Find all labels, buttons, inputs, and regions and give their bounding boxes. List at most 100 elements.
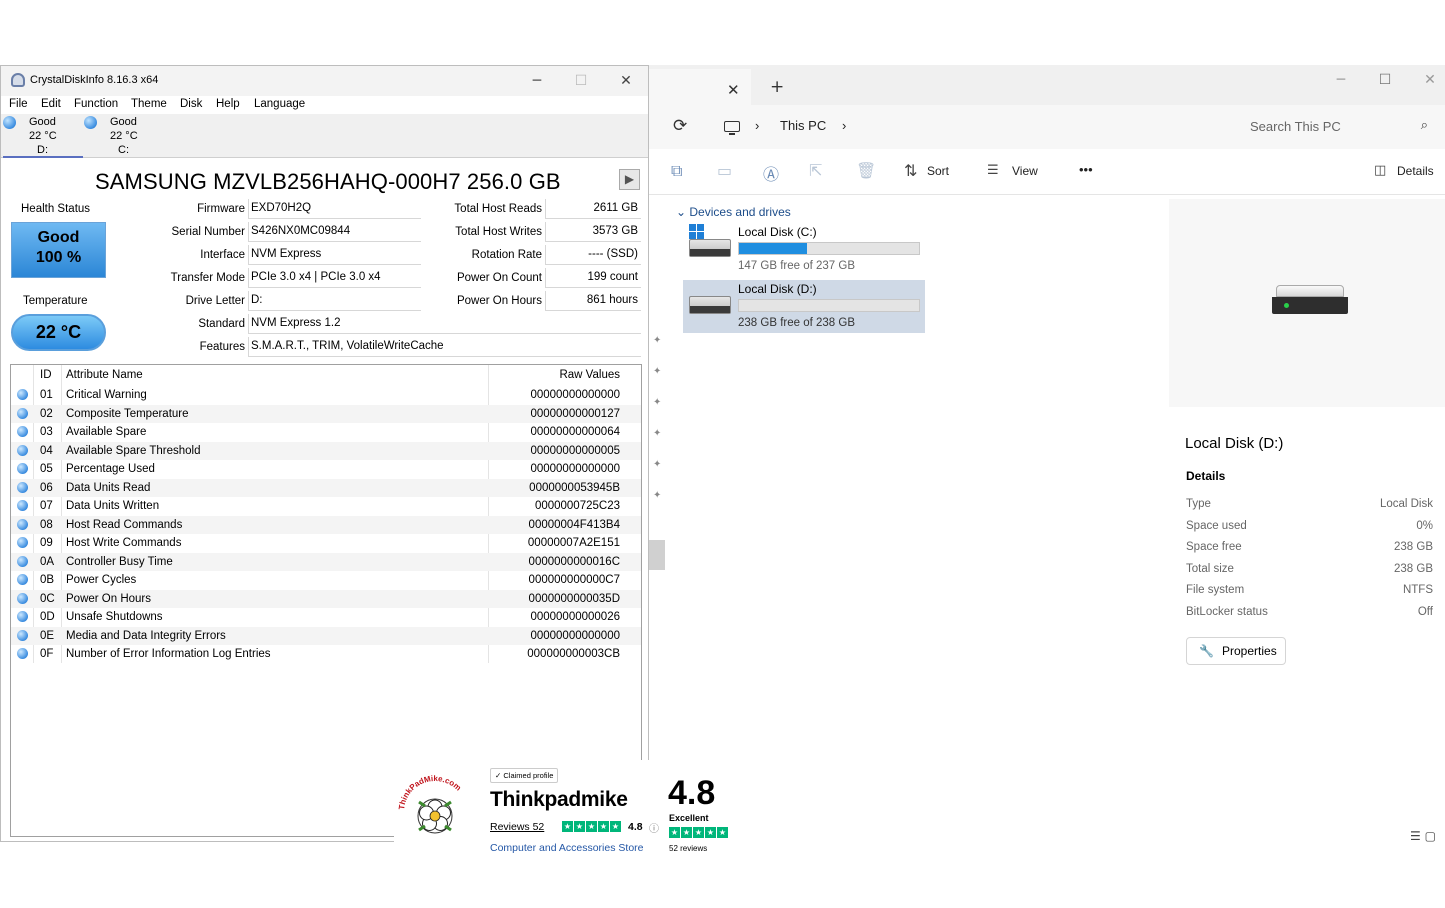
view-button[interactable]: View <box>1012 164 1038 178</box>
menu-help[interactable]: Help <box>216 98 240 110</box>
table-row[interactable]: 0F Number of Error Information Log Entrie… <box>11 645 641 664</box>
power-on-count-value: 199 count <box>545 268 641 288</box>
search-box[interactable]: Search This PC ⌕ <box>1238 111 1438 143</box>
maximize-button[interactable]: ☐ <box>1363 65 1407 95</box>
column-header-raw-values[interactable]: Raw Values <box>559 369 620 381</box>
menu-function[interactable]: Function <box>74 98 118 110</box>
new-tab-icon[interactable]: + <box>770 77 784 97</box>
transfer-mode-label: Transfer Mode <box>170 272 245 284</box>
drive-item-c[interactable]: Local Disk (C:) 147 GB free of 237 GB <box>683 223 925 275</box>
list-view-icon[interactable]: ☰ <box>1410 829 1421 843</box>
tab-this-pc[interactable]: ✕ <box>649 69 751 105</box>
health-good-icon <box>84 116 97 129</box>
close-button[interactable]: ✕ <box>1408 65 1445 95</box>
attribute-name: Media and Data Integrity Errors <box>66 629 226 642</box>
details-button[interactable]: Details <box>1397 164 1434 178</box>
attribute-name: Data Units Written <box>66 500 160 512</box>
column-header-attribute-name[interactable]: Attribute Name <box>66 369 143 381</box>
chevron-right-icon[interactable]: › <box>842 118 846 133</box>
address-bar[interactable]: › This PC › <box>712 111 1228 143</box>
disk-tab-c[interactable]: Good 22 °C C: <box>84 114 164 158</box>
category-link[interactable]: Computer and Accessories Store <box>490 842 644 854</box>
attribute-id: 08 <box>40 518 53 531</box>
table-row[interactable]: 09 Host Write Commands 00000007A2E151 <box>11 534 641 553</box>
check-circle-icon: ✓ <box>495 771 502 780</box>
table-row[interactable]: 0B Power Cycles 000000000000C7 <box>11 571 641 590</box>
rename-icon[interactable]: Ⓐ <box>763 161 779 185</box>
drive-item-d[interactable]: Local Disk (D:) 238 GB free of 238 GB <box>683 280 925 333</box>
info-icon[interactable]: ⓘ <box>649 820 659 835</box>
attribute-id: 01 <box>40 389 53 401</box>
table-row[interactable]: 0C Power On Hours 0000000000035D <box>11 589 641 608</box>
menu-edit[interactable]: Edit <box>41 98 61 110</box>
column-header-id[interactable]: ID <box>40 369 52 381</box>
health-status-label: Health Status <box>21 203 91 215</box>
reviews-link[interactable]: Reviews 52 <box>490 821 544 833</box>
table-row[interactable]: 0D Unsafe Shutdowns 00000000000026 <box>11 608 641 627</box>
view-icon[interactable]: ☰ <box>987 163 999 178</box>
attribute-name: Unsafe Shutdowns <box>66 611 163 623</box>
firmware-value: EXD70H2Q <box>248 199 421 219</box>
devices-and-drives-group[interactable]: ⌄ Devices and drives <box>676 205 791 219</box>
details-title: Local Disk (D:) <box>1185 435 1284 452</box>
status-good-icon <box>17 629 28 641</box>
view-toggle-icons[interactable]: ☰ ▢ <box>1410 829 1445 843</box>
search-icon: ⌕ <box>1420 118 1428 133</box>
attribute-raw-value: 0000000725C23 <box>534 500 620 512</box>
table-row[interactable]: 02 Composite Temperature 00000000000127 <box>11 404 641 423</box>
navigation-scrollbar[interactable] <box>649 540 665 570</box>
attribute-raw-value: 00000000000005 <box>530 444 620 457</box>
attribute-id: 0B <box>40 574 55 586</box>
properties-button[interactable]: 🔧 Properties <box>1186 637 1286 665</box>
attribute-name: Available Spare <box>66 426 147 438</box>
details-pane-icon[interactable]: ◫ <box>1374 163 1386 178</box>
sort-icon[interactable]: ⇅ <box>904 161 917 180</box>
menu-theme[interactable]: Theme <box>131 98 167 110</box>
sort-button[interactable]: Sort <box>927 164 949 178</box>
detail-key: BitLocker status <box>1186 605 1268 618</box>
close-button[interactable]: ✕ <box>604 66 648 96</box>
business-name[interactable]: Thinkpadmike <box>490 788 628 812</box>
refresh-icon[interactable]: ⟳ <box>673 116 687 136</box>
table-row[interactable]: 01 Critical Warning 00000000000000 <box>11 386 641 405</box>
menu-file[interactable]: File <box>9 98 28 110</box>
disk-tab-d[interactable]: Good 22 °C D: <box>3 114 83 158</box>
detail-value: 238 GB <box>1394 541 1433 553</box>
trustpilot-badge[interactable]: ThinkPadMike.com ✓ Claimed profile Think… <box>394 760 739 858</box>
breadcrumb-this-pc[interactable]: This PC <box>780 118 826 133</box>
pin-icon: ✦ <box>653 397 662 408</box>
rating-word: Excellent <box>669 813 709 823</box>
firmware-label: Firmware <box>197 203 245 215</box>
menu-disk[interactable]: Disk <box>180 98 202 110</box>
tiles-view-icon[interactable]: ▢ <box>1425 829 1436 843</box>
share-icon[interactable]: ⇱ <box>809 161 822 180</box>
copy-icon[interactable]: ⧉ <box>671 161 682 181</box>
close-tab-icon[interactable]: ✕ <box>727 81 740 99</box>
thinkpadmike-logo: ThinkPadMike.com <box>397 774 463 834</box>
attribute-name: Critical Warning <box>66 389 147 401</box>
search-input[interactable]: Search This PC <box>1250 119 1341 134</box>
table-row[interactable]: 08 Host Read Commands 00000004F413B4 <box>11 515 641 534</box>
paste-icon[interactable]: ▭ <box>717 161 732 180</box>
navigation-pane[interactable]: ✦ ✦ ✦ ✦ ✦ ✦ <box>649 195 671 842</box>
minimize-button[interactable]: ─ <box>1319 65 1363 95</box>
next-disk-button[interactable]: ▶ <box>619 169 640 190</box>
table-row[interactable]: 03 Available Spare 00000000000064 <box>11 423 641 442</box>
table-row[interactable]: 05 Percentage Used 00000000000000 <box>11 460 641 479</box>
table-row[interactable]: 0E Media and Data Integrity Errors 0000000… <box>11 626 641 645</box>
table-row[interactable]: 04 Available Spare Threshold 0000000000000… <box>11 441 641 460</box>
status-good-icon <box>17 537 28 548</box>
minimize-button[interactable]: ─ <box>515 66 559 96</box>
detail-key: Type <box>1186 498 1211 510</box>
maximize-button[interactable]: ☐ <box>559 66 603 96</box>
attribute-name: Host Write Commands <box>66 537 182 549</box>
table-row[interactable]: 06 Data Units Read 0000000053945B <box>11 478 641 497</box>
delete-icon[interactable]: 🗑 <box>856 161 876 180</box>
status-good-icon <box>17 574 28 585</box>
chevron-right-icon[interactable]: › <box>755 118 759 133</box>
attribute-id: 0A <box>40 555 55 568</box>
more-options-button[interactable]: ••• <box>1079 162 1093 177</box>
table-row[interactable]: 07 Data Units Written 0000000725C23 <box>11 497 641 516</box>
table-row[interactable]: 0A Controller Busy Time 0000000000016C <box>11 552 641 571</box>
menu-language[interactable]: Language <box>254 98 305 110</box>
